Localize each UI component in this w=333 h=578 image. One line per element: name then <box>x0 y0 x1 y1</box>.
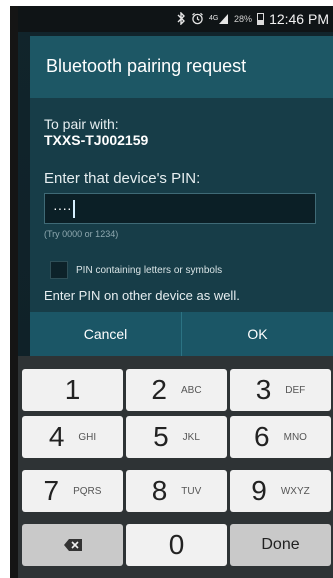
key-4[interactable]: 4 GHI <box>22 416 123 458</box>
key-7[interactable]: 7 PQRS <box>22 470 123 512</box>
key-6[interactable]: 6 MNO <box>230 416 331 458</box>
cancel-button[interactable]: Cancel <box>30 312 181 356</box>
svg-text:4G: 4G <box>209 15 218 22</box>
phone-screen: 4G 28% 12:46 PM Bluetooth pairing reques… <box>10 6 333 578</box>
pin-hint: (Try 0000 or 1234) <box>44 229 119 239</box>
dialog-title-bar: Bluetooth pairing request <box>30 36 333 98</box>
clock: 12:46 PM <box>269 11 329 27</box>
backspace-icon <box>63 538 83 552</box>
status-bar: 4G 28% 12:46 PM <box>18 6 333 32</box>
bluetooth-pairing-dialog: Bluetooth pairing request To pair with: … <box>30 36 333 356</box>
other-device-note: Enter PIN on other device as well. <box>44 288 240 303</box>
screen-edge <box>10 6 18 578</box>
done-key[interactable]: Done <box>230 524 331 566</box>
pin-prompt: Enter that device's PIN: <box>44 170 201 187</box>
pin-input[interactable]: ···· <box>44 193 316 224</box>
key-5[interactable]: 5 JKL <box>126 416 227 458</box>
key-3[interactable]: 3 DEF <box>230 369 331 411</box>
dialog-button-bar: Cancel OK <box>30 312 333 356</box>
signal-icon: 4G <box>209 12 229 27</box>
text-cursor <box>72 200 75 219</box>
device-name: TXXS-TJ002159 <box>44 132 149 148</box>
pin-letters-checkbox-label[interactable]: PIN containing letters or symbols <box>76 265 222 276</box>
battery-percent: 28% <box>234 14 253 24</box>
battery-icon <box>257 13 265 25</box>
key-9[interactable]: 9 WXYZ <box>230 470 331 512</box>
key-0[interactable]: 0 <box>126 524 227 566</box>
ok-button[interactable]: OK <box>182 312 333 356</box>
pin-letters-checkbox[interactable] <box>50 261 68 279</box>
numeric-keypad: 1 2 ABC 3 DEF 4 GHI 5 JKL 6 MNO 7 PQRS 8 TUV 9W… <box>18 356 333 578</box>
key-1[interactable]: 1 <box>22 369 123 411</box>
bluetooth-icon <box>177 10 186 27</box>
alarm-icon <box>191 12 204 27</box>
pin-value: ···· <box>53 200 72 216</box>
dialog-title: Bluetooth pairing request <box>46 56 247 76</box>
key-2[interactable]: 2 ABC <box>126 369 227 411</box>
backspace-key[interactable] <box>22 524 123 566</box>
pair-with-label: To pair with: <box>44 116 119 132</box>
key-8[interactable]: 8 TUV <box>126 470 227 512</box>
